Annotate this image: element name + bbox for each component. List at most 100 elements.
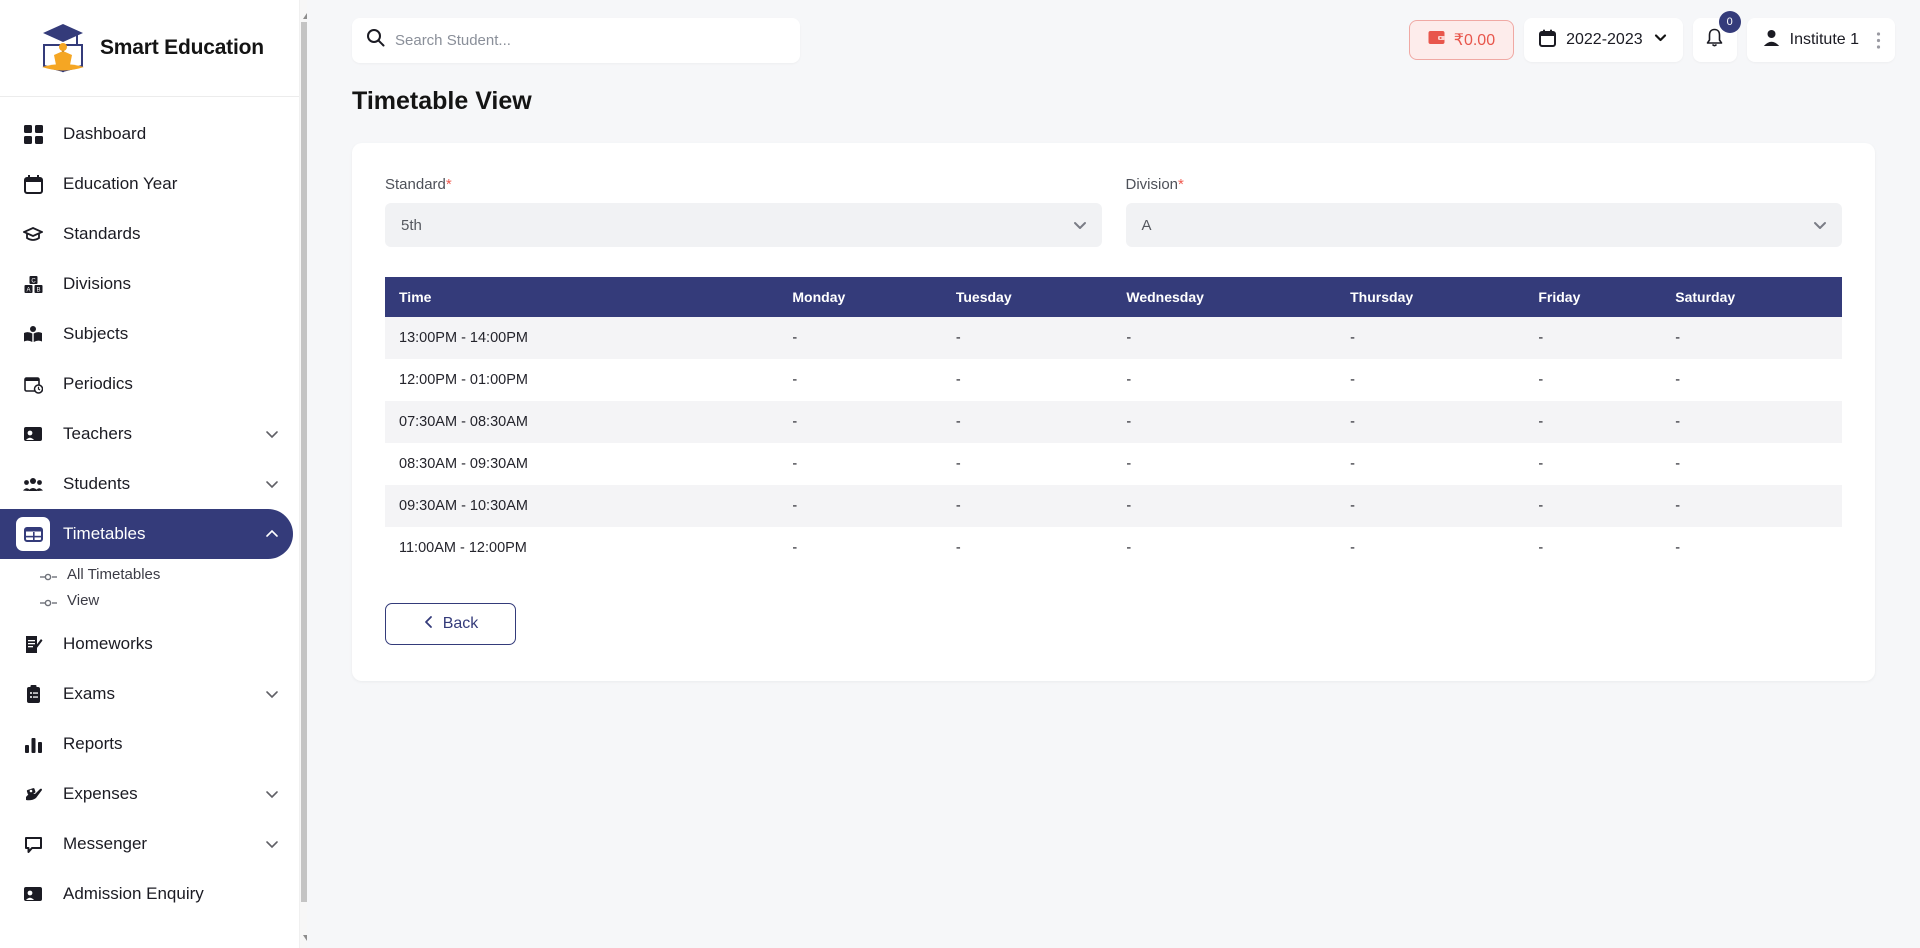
sidebar-item-label: Messenger	[63, 834, 148, 853]
education-year-value: 2022-2023	[1566, 31, 1643, 48]
kebab-menu-icon[interactable]	[1869, 29, 1887, 51]
top-bar-actions: ₹0.00 2022-2023 0 Institute 1	[1408, 11, 1895, 62]
table-cell-slot: -	[792, 330, 798, 346]
table-header-cell: Monday	[778, 277, 942, 317]
table-cell-time: 07:30AM - 08:30AM	[399, 414, 528, 430]
table-grid-icon	[16, 517, 50, 551]
table-head: Time Monday Tuesday Wednesday Thursday Friday…	[385, 277, 1842, 317]
sidebar: Smart Education Dashboard Education Year	[0, 0, 307, 948]
wallet-icon	[1428, 30, 1445, 50]
division-value: A	[1141, 216, 1152, 234]
table-cell-slot: -	[792, 372, 798, 388]
required-asterisk: *	[1178, 176, 1184, 193]
presentation-person-icon	[16, 417, 50, 451]
standard-field: Standard* 5th	[385, 176, 1102, 247]
table-cell-slot: -	[1350, 414, 1355, 430]
sidebar-submenu-timetables: All Timetables View	[0, 559, 307, 619]
table-cell-slot: -	[792, 540, 798, 556]
graduation-book-logo-icon	[40, 21, 86, 75]
search-icon	[366, 28, 385, 52]
notifications-button[interactable]: 0	[1692, 11, 1741, 62]
timetable-table: Time Monday Tuesday Wednesday Thursday Friday…	[385, 277, 1842, 569]
chevron-up-icon[interactable]	[265, 527, 279, 541]
svg-text:B: B	[36, 287, 40, 293]
sidebar-item-label: Teachers	[63, 424, 132, 443]
timetable-card: Standard* 5th Division* A Time Monday Tu…	[352, 143, 1875, 681]
table-cell-slot: -	[955, 456, 961, 472]
division-select[interactable]: A	[1125, 203, 1842, 247]
table-cell-slot: -	[1675, 498, 1681, 514]
chevron-down-icon[interactable]	[265, 477, 279, 491]
chevron-down-icon[interactable]	[265, 837, 279, 851]
sidebar-item-exams[interactable]: Exams	[0, 669, 293, 719]
sidebar-item-students[interactable]: Students	[0, 459, 293, 509]
table-cell-slot: -	[955, 540, 961, 556]
back-button[interactable]: Back	[385, 603, 516, 645]
user-name: Institute 1	[1789, 31, 1859, 48]
sidebar-item-timetables[interactable]: Timetables	[0, 509, 293, 559]
sidebar-item-label: Timetables	[63, 524, 146, 543]
sidebar-item-dashboard[interactable]: Dashboard	[0, 109, 293, 159]
sidebar-item-messenger[interactable]: Messenger	[0, 819, 293, 869]
table-cell-slot: -	[1675, 330, 1681, 346]
table-cell-slot: -	[1350, 330, 1355, 346]
table-cell-slot: -	[1675, 540, 1681, 556]
sidebar-item-label: Exams	[63, 684, 115, 703]
table-cell-slot: -	[1126, 540, 1132, 556]
table-cell-time: 13:00PM - 14:00PM	[399, 330, 528, 346]
table-cell-slot: -	[955, 498, 961, 514]
sidebar-item-divisions[interactable]: CAB Divisions	[0, 259, 293, 309]
table-cell-time: 08:30AM - 09:30AM	[399, 456, 528, 472]
table-header-cell: Time	[385, 277, 779, 317]
chevron-down-icon	[1812, 217, 1828, 233]
search-box[interactable]	[352, 17, 800, 63]
sidebar-item-admission-enquiry[interactable]: Admission Enquiry	[0, 869, 293, 919]
table-row: 13:00PM - 14:00PM - - - - - -	[385, 317, 1842, 359]
chevron-down-icon	[1072, 217, 1088, 233]
user-account-button[interactable]: Institute 1	[1746, 18, 1895, 62]
chevron-left-icon	[423, 615, 434, 634]
person-icon	[1763, 29, 1780, 52]
sidebar-subitem-all-timetables[interactable]: All Timetables	[0, 561, 307, 587]
standard-select[interactable]: 5th	[385, 203, 1102, 247]
calendar-icon	[16, 167, 50, 201]
bell-icon	[1705, 28, 1724, 53]
division-label-text: Division	[1125, 176, 1179, 193]
page-title: Timetable View	[352, 87, 532, 115]
search-input[interactable]	[395, 17, 786, 63]
table-cell-slot: -	[955, 414, 961, 430]
education-year-selector[interactable]: 2022-2023	[1524, 18, 1683, 62]
sidebar-item-label: Subjects	[63, 324, 129, 343]
sidebar-item-reports[interactable]: Reports	[0, 719, 293, 769]
sidebar-item-periodics[interactable]: Periodics	[0, 359, 293, 409]
table-cell-slot: -	[1126, 456, 1132, 472]
chevron-down-icon[interactable]	[265, 787, 279, 801]
top-bar: ₹0.00 2022-2023 0	[307, 0, 1920, 80]
graduation-cap-icon	[16, 217, 50, 251]
sidebar-item-homeworks[interactable]: Homeworks	[0, 619, 293, 669]
table-cell-slot: -	[1350, 540, 1355, 556]
table-cell-slot: -	[1538, 540, 1544, 556]
sidebar-item-expenses[interactable]: Expenses	[0, 769, 293, 819]
chevron-down-icon[interactable]	[265, 687, 279, 701]
sidebar-item-teachers[interactable]: Teachers	[0, 409, 293, 459]
table-row: 07:30AM - 08:30AM - - - - - -	[385, 401, 1842, 443]
sidebar-item-label: Expenses	[63, 784, 138, 803]
sidebar-item-standards[interactable]: Standards	[0, 209, 293, 259]
chevron-down-icon[interactable]	[265, 427, 279, 441]
table-cell-slot: -	[1538, 498, 1544, 514]
svg-text:A: A	[26, 287, 30, 293]
sidebar-item-education-year[interactable]: Education Year	[0, 159, 293, 209]
table-header-cell: Friday	[1524, 277, 1662, 317]
wallet-balance-button[interactable]: ₹0.00	[1408, 20, 1515, 60]
svg-text:C: C	[31, 278, 36, 284]
main-content: ₹0.00 2022-2023 0	[307, 0, 1920, 948]
brand-header[interactable]: Smart Education	[0, 0, 307, 97]
sidebar-item-label: Education Year	[63, 174, 178, 193]
table-cell-slot: -	[792, 414, 798, 430]
standard-label-text: Standard	[385, 176, 446, 193]
table-cell-slot: -	[1350, 498, 1355, 514]
sidebar-item-subjects[interactable]: Subjects	[0, 309, 293, 359]
sidebar-item-label: Admission Enquiry	[63, 884, 204, 903]
sidebar-subitem-view[interactable]: View	[0, 587, 307, 613]
